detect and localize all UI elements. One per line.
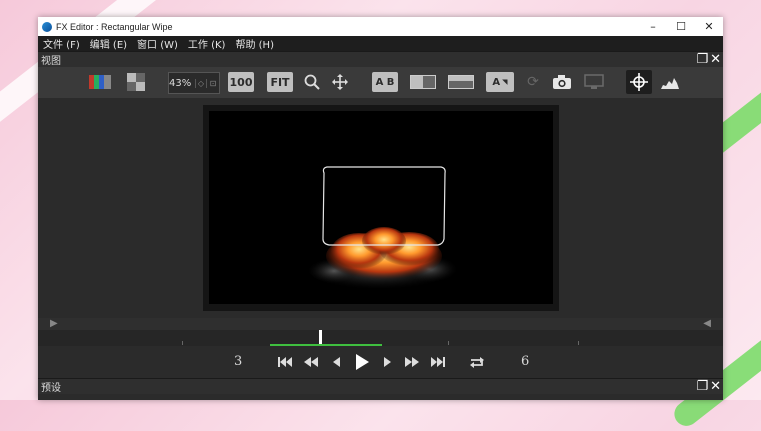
transport-controls: 3 6 [38,346,723,378]
title-bar: FX Editor : Rectangular Wipe – ☐ ✕ [38,17,723,36]
viewer-area [38,98,723,323]
rewind-icon[interactable] [303,355,319,369]
ab-compare-button[interactable]: A B [372,72,398,92]
timeline-tick [448,341,449,345]
menu-edit[interactable]: 编辑 (E) [85,36,132,51]
zoom-stepper[interactable]: ◇ [195,78,206,88]
preset-panel-title: 预设 [41,383,61,394]
close-button[interactable]: ✕ [695,17,723,36]
window-title: FX Editor : Rectangular Wipe [56,21,173,32]
menu-help[interactable]: 帮助 (H) [230,36,279,51]
timeline-tick [578,341,579,345]
timeline-ruler[interactable] [38,330,723,346]
go-to-end-icon[interactable] [430,355,446,369]
overlay-corner-icon: ◥ [502,78,508,86]
zoom-value: 43% [169,77,192,89]
step-forward-icon[interactable] [379,355,395,369]
overlay-a-button[interactable]: A ◥ [486,72,514,92]
checkerboard-icon[interactable] [126,72,146,92]
maximize-button[interactable]: ☐ [667,17,695,36]
timeline-playhead[interactable] [319,330,322,344]
camera-snapshot-icon[interactable] [551,72,573,92]
preview-image [307,166,457,289]
step-back-icon[interactable] [329,355,345,369]
panel-close-icon[interactable]: ✕ [710,52,721,67]
view-panel-header: 视图 ❐ ✕ [38,51,723,67]
zoom-100-button[interactable]: 100 [228,72,254,92]
viewer-toolbar: 43% ◇ ⊡ 100 FIT A B A ◥ ⟳ [38,67,723,98]
menu-bar: 文件 (F) 编辑 (E) 窗口 (W) 工作 (K) 帮助 (H) [38,36,723,51]
preset-panel-header: 预设 ❐ ✕ [38,378,723,394]
scroll-left-arrow-icon[interactable]: ▶ [50,318,58,329]
end-frame-number: 6 [521,354,530,369]
preset-panel-body [38,394,723,400]
zoom-reset-icon[interactable]: ⊡ [206,78,219,88]
pan-move-icon[interactable] [331,72,349,92]
panel-close-icon[interactable]: ✕ [710,379,721,394]
fast-forward-icon[interactable] [404,355,420,369]
play-icon[interactable] [353,353,371,371]
zoom-field[interactable]: 43% ◇ ⊡ [168,72,220,94]
color-channels-icon[interactable] [89,72,111,92]
magnifier-icon[interactable] [303,72,321,92]
split-vertical-icon[interactable] [410,72,436,92]
menu-window[interactable]: 窗口 (W) [132,36,183,51]
menu-work[interactable]: 工作 (K) [183,36,231,51]
current-frame-number: 3 [234,354,243,369]
go-to-start-icon[interactable] [277,355,293,369]
minimize-button[interactable]: – [639,17,667,36]
zoom-100-label: 100 [229,75,253,89]
scroll-right-arrow-icon[interactable]: ◀ [703,318,711,329]
zoom-fit-label: FIT [270,75,290,89]
crosshair-icon[interactable] [626,70,652,94]
fx-editor-window: FX Editor : Rectangular Wipe – ☐ ✕ 文件 (F… [38,17,723,400]
preview-frame[interactable] [209,111,553,304]
timeline-tick [182,341,183,345]
panel-restore-icon[interactable]: ❐ [696,379,708,394]
loop-playback-icon[interactable] [468,355,486,369]
explosion-fire [362,227,406,255]
panel-restore-icon[interactable]: ❐ [696,52,708,67]
app-icon [42,21,52,32]
ab-compare-label: A B [375,76,395,88]
menu-file[interactable]: 文件 (F) [38,36,85,51]
view-panel-title: 视图 [41,56,61,67]
zoom-fit-button[interactable]: FIT [267,72,293,92]
horizontal-scrollbar[interactable]: ▶ ◀ [38,318,723,330]
loop-refresh-icon[interactable]: ⟳ [524,72,542,92]
monitor-output-icon[interactable] [583,72,605,92]
overlay-a-label: A [492,76,501,88]
histogram-icon[interactable] [660,72,680,92]
split-horizontal-icon[interactable] [448,72,474,92]
